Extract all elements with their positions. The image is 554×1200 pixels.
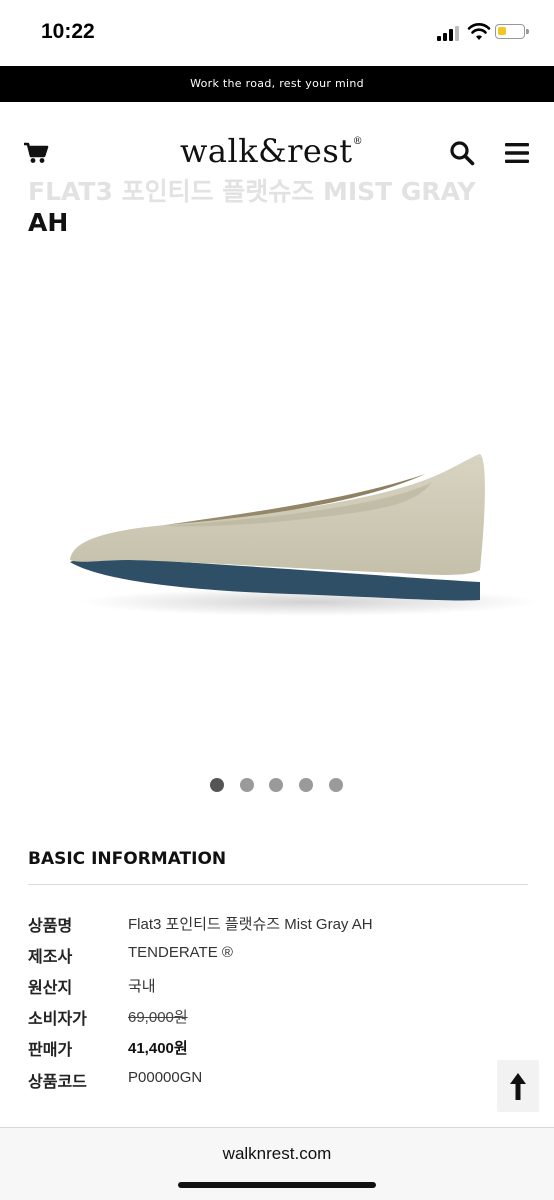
info-value: TENDERATE ®: [128, 944, 233, 961]
cart-icon[interactable]: [23, 142, 49, 164]
page: 10:22 Work the road, rest your mind walk…: [0, 0, 554, 1200]
brand-logo[interactable]: walk&rest®: [180, 132, 363, 170]
status-time: 10:22: [41, 20, 95, 43]
scroll-to-top-button[interactable]: [497, 1060, 539, 1112]
carousel-dot[interactable]: [210, 778, 224, 792]
product-image[interactable]: [60, 430, 540, 630]
info-value: P00000GN: [128, 1069, 203, 1086]
wifi-icon: [467, 23, 491, 40]
info-row-retail-price: 소비자가 69,000원: [28, 1005, 528, 1035]
info-row-product-code: 상품코드 P00000GN: [28, 1068, 528, 1098]
info-label: 판매가: [28, 1040, 73, 1059]
logo-registered-mark: ®: [352, 136, 364, 147]
info-row-sale-price: 판매가 41,400원: [28, 1036, 528, 1066]
logo-text: walk&rest: [180, 132, 353, 170]
info-row-origin: 원산지 국내: [28, 974, 528, 1004]
carousel-dot[interactable]: [240, 778, 254, 792]
carousel-dot[interactable]: [299, 778, 313, 792]
basic-info-heading: BASIC INFORMATION: [28, 849, 227, 869]
cellular-signal-icon: [437, 25, 461, 41]
url-field[interactable]: walknrest.com: [0, 1144, 554, 1164]
menu-icon[interactable]: [505, 142, 529, 164]
carousel-dot[interactable]: [269, 778, 283, 792]
info-row-manufacturer: 제조사 TENDERATE ®: [28, 943, 528, 973]
info-label: 상품코드: [28, 1072, 87, 1091]
home-indicator: [178, 1182, 376, 1188]
info-label: 상품명: [28, 916, 73, 935]
info-row-product-name: 상품명 Flat3 포인티드 플랫슈즈 Mist Gray AH: [28, 912, 528, 942]
info-label: 원산지: [28, 978, 73, 997]
image-carousel-dots: [210, 778, 350, 794]
carousel-dot[interactable]: [329, 778, 343, 792]
promo-banner: Work the road, rest your mind: [0, 66, 554, 102]
battery-icon: [495, 24, 529, 39]
divider: [28, 884, 528, 885]
search-icon[interactable]: [449, 140, 475, 166]
site-header: walk&rest®: [0, 102, 554, 170]
arrow-up-icon: [510, 1073, 526, 1100]
product-title-line2: AH: [28, 208, 69, 237]
info-value: 국내: [128, 978, 156, 995]
info-label: 제조사: [28, 947, 73, 966]
browser-address-bar: walknrest.com: [0, 1127, 554, 1200]
info-value: Flat3 포인티드 플랫슈즈 Mist Gray AH: [128, 916, 373, 933]
sale-price: 41,400원: [128, 1040, 188, 1057]
retail-price: 69,000원: [128, 1009, 188, 1026]
product-title-line1: FLAT3 포인티드 플랫슈즈 MIST GRAY: [28, 177, 476, 206]
info-label: 소비자가: [28, 1009, 87, 1028]
status-bar: 10:22: [0, 0, 554, 66]
